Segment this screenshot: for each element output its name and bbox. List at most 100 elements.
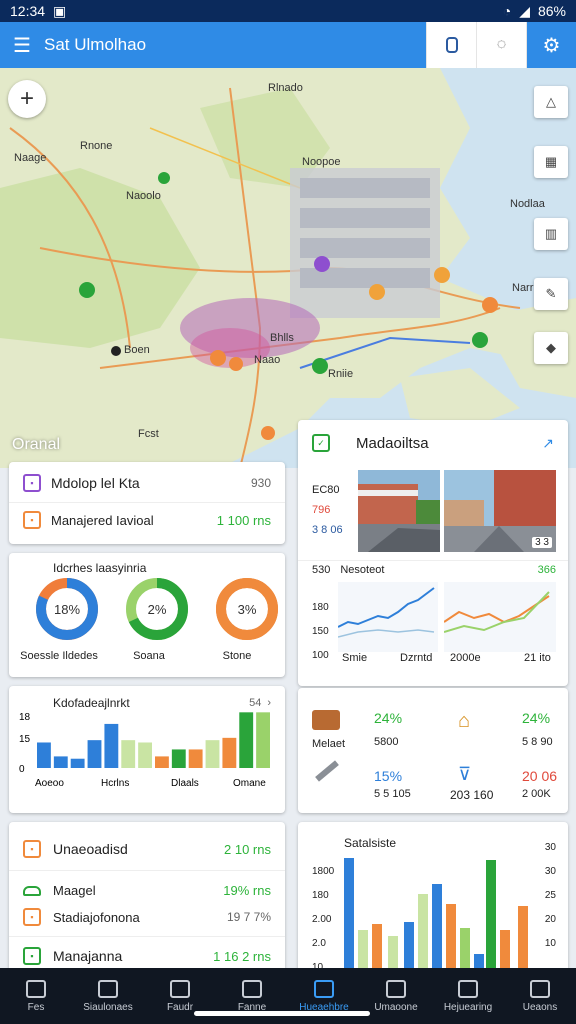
map-tool-button[interactable]: ▥ [534,218,568,250]
list-row-value: 19 7 7% [226,910,271,924]
battery-text: 86% [537,3,566,19]
bar [138,742,152,768]
stats-title: Satalsiste [344,836,397,850]
map-label: Boen [124,344,150,356]
nav-label: Ueaons [522,1001,558,1013]
summary-card[interactable]: ▪ Mdolop lel Kta 930 ▪ Manajered Iavioal… [9,462,285,544]
donuts-title: Idcrhes laasyinria [53,561,147,575]
nav-label: Hejuearing [443,1001,493,1013]
bar-chart-value: 54 [249,697,262,709]
nav-item[interactable]: Siaulonaes [72,968,144,1024]
stats-ylabel-right: 25 [544,890,556,901]
home-icon [26,979,46,998]
nav-item[interactable]: Umaoone [360,968,432,1024]
bar [104,723,119,768]
camera-icon [98,979,118,998]
list-icon [386,979,406,998]
summary-title: Mdolop lel Kta [51,475,140,491]
chevron-right-icon[interactable]: › [267,697,271,709]
gear-icon: ⚙ [542,34,561,57]
app-title: Sat Ulmolhao [44,35,147,54]
stats-ylabel-right: 10 [544,938,556,949]
metric-sub: 5800 [374,736,399,748]
details-panel[interactable]: ✓ Madaoiltsa ↗ EC80 796 3 8 06 3 3 530 N… [298,420,568,686]
location-photo[interactable] [358,470,440,552]
direction-icon: ◆ [546,340,556,355]
list-row-label: Maagel [53,883,96,898]
line-chart [338,582,438,652]
layers-icon: △ [546,94,556,109]
map-tool-button[interactable]: △ [534,86,568,118]
nav-label: Faudr [166,1001,194,1013]
home-indicator[interactable] [194,1011,370,1016]
map-tool-button[interactable]: ◆ [534,332,568,364]
metric-value: 24% [522,710,551,726]
metrics-panel[interactable]: Melaet 24% 5800 ⌂ 24% 5 8 90 15% 5 5 105… [298,688,568,813]
list-title-value: 2 10 rns [224,841,271,857]
line-ylabel: 180 [312,602,329,613]
summary-value: 930 [250,476,271,490]
bar [87,740,102,768]
nav-item[interactable]: Hejuearing [432,968,504,1024]
layers-button[interactable] [426,22,476,68]
trend-icon[interactable]: ↗ [542,435,554,452]
line-xlabel: 2000e [450,652,481,664]
list-row-value: 19% rns [223,883,271,898]
map-view[interactable]: Rlnado Naage Rnone Noopoe Nodlaa Naoolo … [0,68,576,468]
building-icon [312,710,340,730]
list-card[interactable]: ▪ Unaeoadisd 2 10 rns Maagel 19% rns ▪ S… [9,822,285,972]
panel-left-value: 796 [312,504,331,516]
bar-ylabel: 15 [19,734,31,745]
bar [239,712,254,768]
map-label: Naao [254,354,281,366]
map-tool-button[interactable]: ✎ [534,278,568,310]
grid-icon [314,979,334,998]
location-photo[interactable]: 3 3 [444,470,556,552]
nav-label: Umaoone [374,1001,418,1013]
bar [37,742,51,768]
map-tool-button[interactable]: ▦ [534,146,568,178]
map-overlay-label: Oranal [12,436,61,453]
panel-left-value: EC80 [312,484,340,496]
bar [171,749,186,768]
document-icon: ▪ [23,474,41,492]
statistics-panel[interactable]: Satalsiste 1800 180 2.00 2.0 10 30 30 25… [298,822,568,972]
bar-chart-card[interactable]: Kdofadeajlnrkt 54 › 18 15 0 Aoeoo Hcrlns Dlaa… [9,686,285,813]
map-label: Naoolo [126,190,161,202]
nav-label: Fes [27,1001,45,1013]
map-canvas [0,68,576,468]
donut-label: Soessle Ildedes [20,650,98,662]
line-xlabel: Dzrntd [400,652,433,664]
metric-label: Melaet [312,738,346,750]
nav-item[interactable]: Ueaons [504,968,576,1024]
donut-value: 18% [54,602,80,617]
donuts-card[interactable]: Idcrhes laasyinria 18% 2% 3% Soessle Ilded… [9,553,285,677]
bar [70,758,85,768]
app-bar: ☰ Sat Ulmolhao ◌ ⚙ [0,22,576,68]
add-button[interactable]: + [8,80,46,118]
settings-button[interactable]: ⚙ [526,22,576,68]
map-label: Bhlls [270,332,294,344]
bar [121,740,136,768]
bar [53,756,68,768]
notifications-button[interactable]: ◌ [476,22,526,68]
star-icon [458,979,478,998]
stats-ylabel: 180 [312,890,329,901]
bar [205,740,220,768]
nav-item[interactable]: Fes [0,968,72,1024]
line-chart [444,582,556,652]
signal-icon: ◢ [519,2,530,19]
calendar-icon: ▪ [23,947,41,965]
metric-value: 15% [374,768,403,784]
bar-ylabel: 18 [19,712,31,723]
file-icon: ▪ [23,840,41,858]
map-label: Rlnado [268,82,303,94]
map-label: Noopoe [302,156,341,168]
status-time: 12:34 [10,3,46,19]
bar [155,756,169,768]
stats-ylabel: 1800 [312,866,335,877]
menu-icon[interactable]: ☰ [0,22,44,68]
line-ylabel: 150 [312,626,329,637]
layers-icon [445,37,458,53]
donut-label: Soana [133,650,165,662]
